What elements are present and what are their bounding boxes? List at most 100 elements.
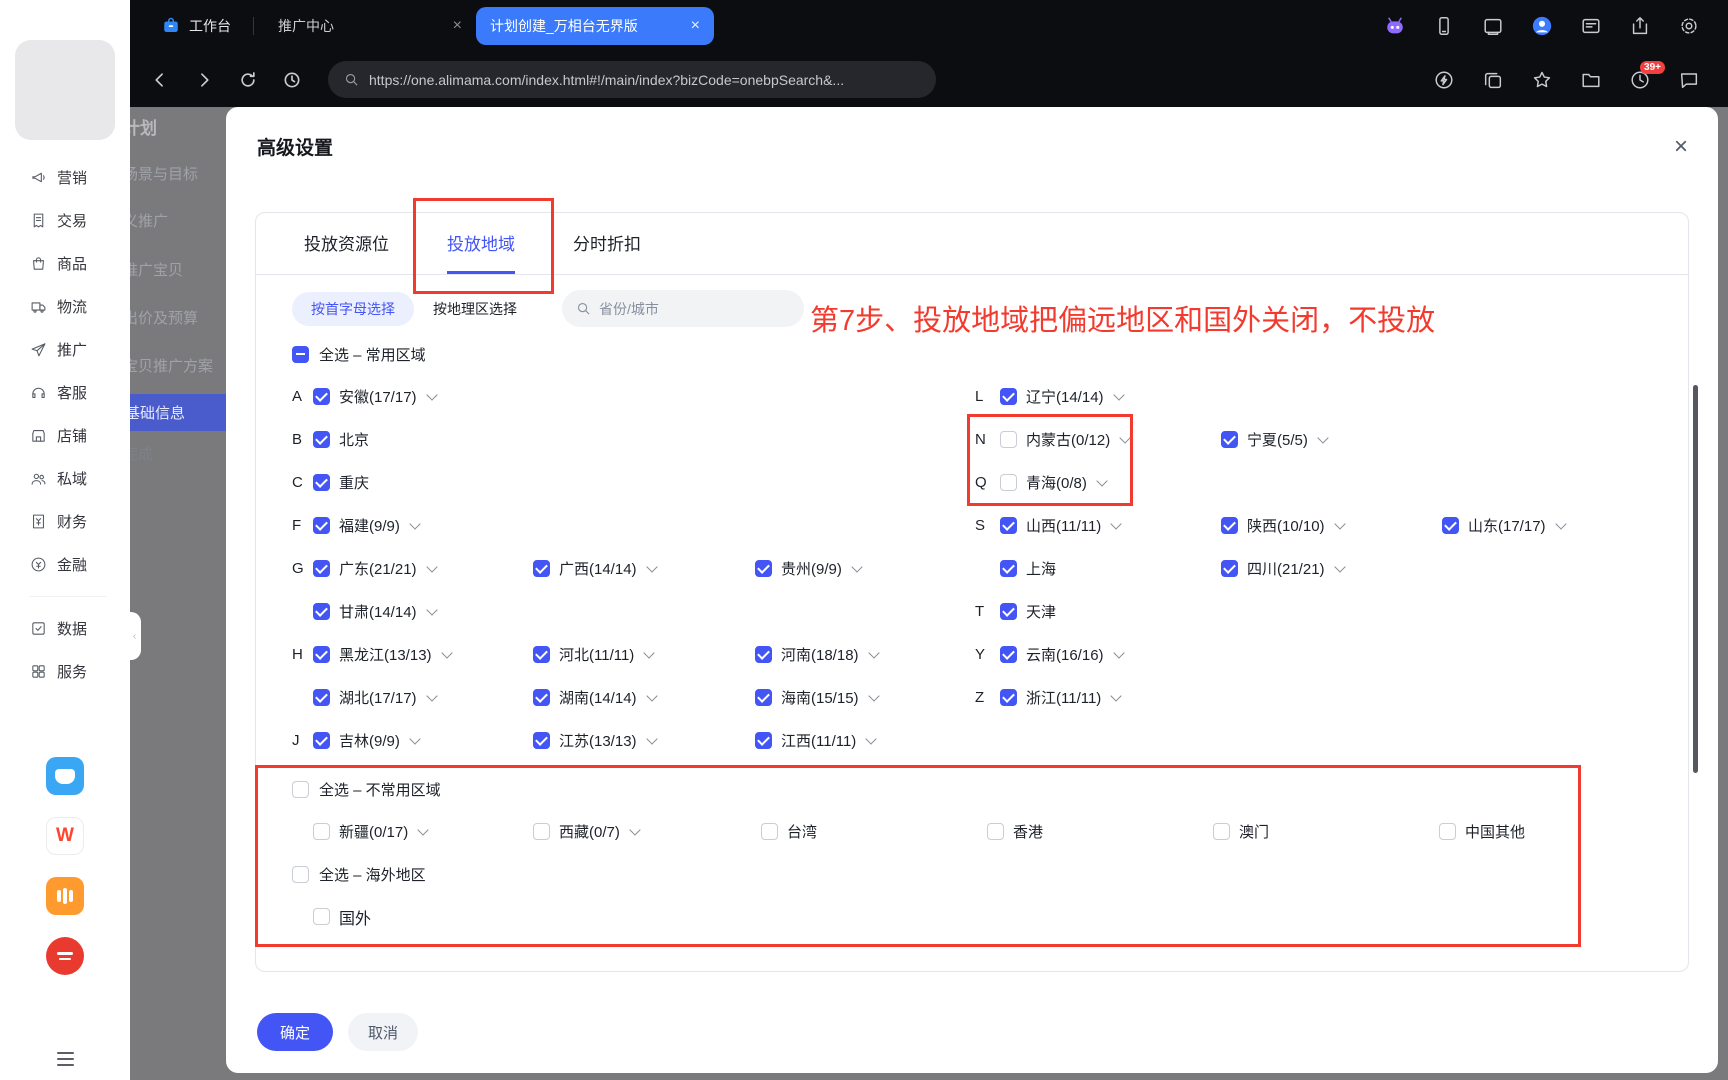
region-item-重庆[interactable]: 重庆 — [313, 472, 369, 493]
chevron-down-icon[interactable] — [409, 732, 421, 745]
chevron-down-icon[interactable] — [1096, 474, 1108, 487]
checkbox[interactable] — [313, 431, 330, 448]
tablet-icon[interactable] — [1482, 15, 1504, 37]
chevron-down-icon[interactable] — [1112, 388, 1125, 401]
scrollbar[interactable] — [1693, 385, 1698, 773]
checkbox[interactable] — [1439, 823, 1456, 840]
sidebar-item-customer-service[interactable]: 客服 — [30, 371, 130, 414]
folder-icon[interactable] — [1580, 69, 1602, 91]
chevron-down-icon[interactable] — [645, 560, 658, 573]
card-icon[interactable] — [1580, 15, 1602, 37]
region-item-西藏[interactable]: 西藏(0/7) — [533, 821, 641, 842]
flash-icon[interactable] — [1433, 69, 1455, 91]
confirm-button[interactable]: 确定 — [257, 1013, 333, 1051]
chevron-down-icon[interactable] — [425, 689, 438, 702]
share-icon[interactable] — [1629, 15, 1651, 37]
tab-placement-resources[interactable]: 投放资源位 — [304, 213, 389, 274]
checkbox[interactable] — [755, 689, 772, 706]
region-item-山东[interactable]: 山东(17/17) — [1442, 515, 1567, 536]
sidebar-item-shop[interactable]: 店铺 — [30, 414, 130, 457]
region-item-吉林[interactable]: 吉林(9/9) — [313, 730, 421, 751]
chevron-down-icon[interactable] — [1317, 431, 1329, 444]
region-item-国外[interactable]: 国外 — [313, 905, 371, 929]
tab-targeting-region[interactable]: 投放地域 — [447, 213, 515, 274]
chevron-down-icon[interactable] — [417, 823, 429, 836]
copy-icon[interactable] — [1482, 69, 1504, 91]
tab-time-discount[interactable]: 分时折扣 — [573, 213, 641, 274]
tab-plan-create[interactable]: 计划创建_万相台无界版 × — [476, 7, 714, 45]
chevron-down-icon[interactable] — [643, 646, 655, 659]
sidebar-item-private-domain[interactable]: 私域 — [30, 457, 130, 500]
sidebar-item-capital[interactable]: 金融 — [30, 543, 130, 586]
checkbox[interactable] — [1000, 560, 1017, 577]
pill-by-initial[interactable]: 按首字母选择 — [292, 291, 414, 326]
checkbox[interactable] — [755, 732, 772, 749]
checkbox[interactable] — [313, 732, 330, 749]
checkbox[interactable] — [1000, 603, 1017, 620]
back-icon[interactable] — [150, 70, 170, 90]
checkbox[interactable] — [1213, 823, 1230, 840]
region-item-海南[interactable]: 海南(15/15) — [755, 687, 880, 708]
region-item-新疆[interactable]: 新疆(0/17) — [313, 821, 429, 842]
checkbox[interactable] — [313, 517, 330, 534]
region-item-广东[interactable]: 广东(21/21) — [313, 558, 438, 579]
region-item-河南[interactable]: 河南(18/18) — [755, 644, 880, 665]
chevron-down-icon[interactable] — [1119, 431, 1131, 444]
checkbox[interactable] — [761, 823, 778, 840]
chat-icon[interactable] — [1678, 69, 1700, 91]
chevron-down-icon[interactable] — [1112, 646, 1125, 659]
cancel-button[interactable]: 取消 — [348, 1013, 418, 1051]
checkbox[interactable] — [533, 646, 550, 663]
sidebar-item-logistics[interactable]: 物流 — [30, 285, 130, 328]
chevron-down-icon[interactable] — [1110, 517, 1122, 530]
region-item-台湾[interactable]: 台湾 — [761, 821, 817, 842]
blue-app-icon[interactable] — [46, 757, 84, 795]
sidebar-item-trade[interactable]: 交易 — [30, 199, 130, 242]
region-item-陕西[interactable]: 陕西(10/10) — [1221, 515, 1346, 536]
checkbox[interactable] — [1221, 560, 1238, 577]
region-item-浙江[interactable]: 浙江(11/11) — [1000, 687, 1122, 708]
tab-workspace[interactable]: 工作台 — [150, 16, 243, 36]
region-item-甘肃[interactable]: 甘肃(14/14) — [313, 601, 438, 622]
province-search-input[interactable]: 省份/城市 — [562, 290, 804, 327]
chevron-down-icon[interactable] — [867, 646, 880, 659]
checkbox[interactable] — [533, 689, 550, 706]
checkbox[interactable] — [292, 780, 309, 798]
chevron-down-icon[interactable] — [1333, 517, 1346, 530]
gear-icon[interactable] — [1678, 15, 1700, 37]
chevron-down-icon[interactable] — [851, 560, 863, 573]
chevron-down-icon[interactable] — [645, 689, 658, 702]
sidebar-item-goods[interactable]: 商品 — [30, 242, 130, 285]
checkbox[interactable] — [313, 474, 330, 491]
checkbox[interactable] — [533, 823, 550, 840]
chevron-down-icon[interactable] — [409, 517, 421, 530]
pill-by-geo[interactable]: 按地理区选择 — [414, 292, 536, 326]
region-item-四川[interactable]: 四川(21/21) — [1221, 558, 1346, 579]
region-item-江西[interactable]: 江西(11/11) — [755, 730, 877, 751]
sidebar-collapse-handle[interactable]: ‹ — [128, 612, 141, 660]
chevron-down-icon[interactable] — [425, 603, 438, 616]
phone-icon[interactable] — [1433, 15, 1455, 37]
region-item-北京[interactable]: 北京 — [313, 429, 369, 450]
checkbox[interactable] — [533, 732, 550, 749]
red-app-icon[interactable] — [46, 937, 84, 975]
region-item-澳门[interactable]: 澳门 — [1213, 821, 1269, 842]
close-icon[interactable]: × — [691, 17, 700, 35]
forward-icon[interactable] — [194, 70, 214, 90]
checkbox[interactable] — [313, 388, 330, 405]
history-icon[interactable] — [282, 70, 302, 90]
checkbox[interactable] — [533, 560, 550, 577]
checkbox[interactable] — [313, 908, 330, 925]
checkbox[interactable] — [313, 646, 330, 663]
checkbox[interactable] — [1000, 517, 1017, 534]
checkbox[interactable] — [1221, 431, 1238, 448]
star-icon[interactable] — [1531, 69, 1553, 91]
chevron-down-icon[interactable] — [425, 560, 438, 573]
checkbox[interactable] — [1000, 689, 1017, 706]
chevron-down-icon[interactable] — [1554, 517, 1567, 530]
chevron-down-icon[interactable] — [440, 646, 453, 659]
checkbox[interactable] — [313, 689, 330, 706]
clock-icon[interactable]: 39+ — [1629, 60, 1665, 91]
region-item-香港[interactable]: 香港 — [987, 821, 1043, 842]
chevron-down-icon[interactable] — [1333, 560, 1346, 573]
